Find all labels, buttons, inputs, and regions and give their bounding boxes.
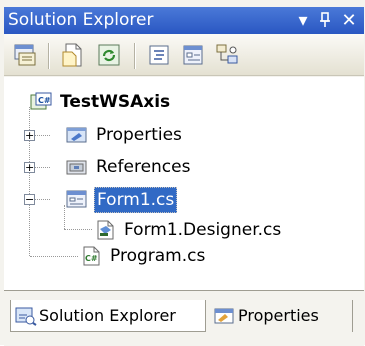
toolbar-separator [48, 43, 50, 69]
view-designer-icon [183, 45, 203, 65]
tab-solution-explorer[interactable]: Solution Explorer [10, 300, 206, 332]
view-class-diagram-button[interactable] [214, 42, 240, 68]
expand-references-toggle[interactable]: + [24, 162, 35, 173]
tree-item-label: Program.cs [110, 246, 206, 266]
svg-text:C#: C# [38, 96, 51, 105]
svg-text:C#: C# [85, 254, 98, 263]
tree-item-label: Properties [96, 125, 182, 145]
solution-tree[interactable]: C# TestWSAxis + Properties + References [4, 77, 364, 290]
view-code-icon [149, 45, 169, 65]
pin-icon [320, 12, 330, 27]
references-folder-icon [66, 160, 87, 175]
tab-properties[interactable]: Properties [210, 300, 353, 332]
csharp-file-icon: C# [83, 246, 100, 266]
tree-project-label: TestWSAxis [60, 92, 171, 112]
tree-item-label-selected: Form1.cs [94, 187, 178, 213]
collapse-form1-toggle[interactable]: − [24, 194, 35, 205]
solution-explorer-window: Solution Explorer ▾ ✕ C# TestWSAxis + Pr… [0, 0, 365, 346]
properties-window-icon [214, 308, 234, 324]
class-diagram-icon [216, 44, 238, 64]
solution-explorer-toolbar [4, 34, 364, 76]
tree-connector [64, 229, 92, 231]
view-designer-button[interactable] [180, 42, 206, 68]
solution-explorer-icon [15, 307, 37, 326]
window-title: Solution Explorer [8, 10, 154, 30]
tool-window-tabs: Solution Explorer Properties [4, 290, 364, 346]
tree-item-label: References [96, 157, 191, 177]
refresh-button[interactable] [96, 42, 122, 68]
toolbar-separator [134, 43, 136, 69]
show-all-files-icon [62, 43, 82, 67]
properties-icon [14, 44, 36, 66]
properties-folder-icon [66, 127, 87, 143]
tab-label: Properties [238, 306, 319, 325]
view-code-button[interactable] [146, 42, 172, 68]
refresh-icon [98, 44, 120, 66]
csharp-file-icon [97, 220, 114, 240]
expand-properties-toggle[interactable]: + [24, 130, 35, 141]
tab-label: Solution Explorer [39, 306, 176, 325]
tree-connector [30, 256, 78, 258]
close-button[interactable]: ✕ [338, 7, 360, 34]
auto-hide-pin-button[interactable] [314, 7, 336, 34]
form-file-icon [66, 190, 87, 208]
window-position-dropdown-button[interactable]: ▾ [292, 7, 314, 34]
show-all-files-button[interactable] [60, 42, 86, 68]
tree-item-label: Form1.Designer.cs [124, 220, 282, 240]
title-bar[interactable]: Solution Explorer ▾ ✕ [4, 7, 364, 34]
csharp-project-icon: C# [30, 92, 52, 110]
properties-button[interactable] [12, 42, 38, 68]
